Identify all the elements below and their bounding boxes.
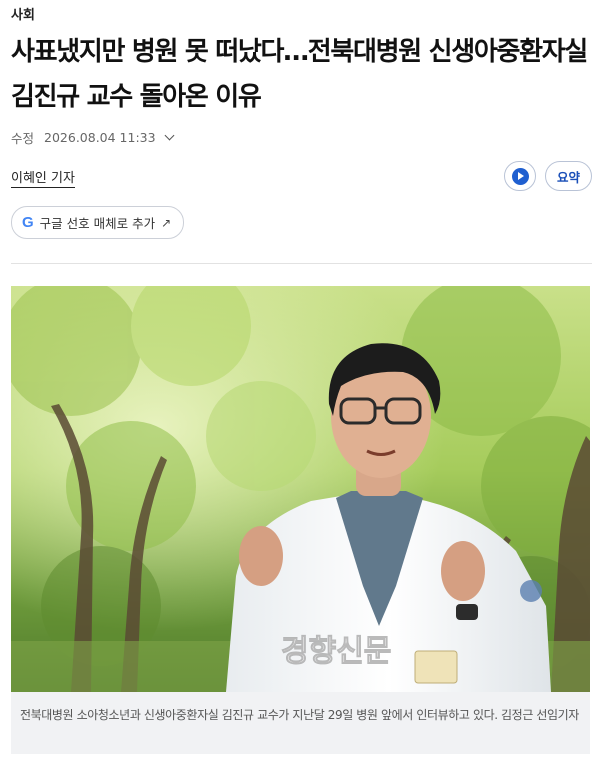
article-headline: 사표냈지만 병원 못 떠났다…전북대병원 신생아중환자실 김진규 교수 돌아온 …	[11, 37, 588, 112]
external-link-icon: ↗	[161, 215, 172, 230]
section-label[interactable]: 사회	[11, 4, 35, 23]
author-link[interactable]: 이혜인 기자	[11, 167, 75, 188]
photo-caption: 전북대병원 소아청소년과 신생아중환자실 김진규 교수가 지난달 29일 병원 …	[20, 708, 579, 722]
play-icon	[511, 167, 529, 185]
article-meta: 수정 2026.08.04 11:33	[11, 128, 175, 147]
chevron-down-icon[interactable]	[164, 130, 175, 141]
photo-watermark: 경향신문	[281, 634, 391, 669]
updated-label: 수정	[11, 131, 35, 146]
google-preferred-source-button[interactable]: G 구글 선호 매체로 추가 ↗	[11, 206, 185, 239]
audio-play-button[interactable]	[504, 161, 536, 191]
updated-time: 2026.08.04 11:33	[44, 130, 156, 145]
divider	[11, 263, 592, 264]
article-photo[interactable]: 경향신문	[11, 286, 590, 692]
google-logo-icon: G	[22, 214, 34, 231]
summary-button[interactable]: 요약	[545, 161, 592, 191]
google-preferred-source-label: 구글 선호 매체로 추가	[39, 216, 156, 231]
photo-caption-box: 전북대병원 소아청소년과 신생아중환자실 김진규 교수가 지난달 29일 병원 …	[11, 692, 590, 754]
